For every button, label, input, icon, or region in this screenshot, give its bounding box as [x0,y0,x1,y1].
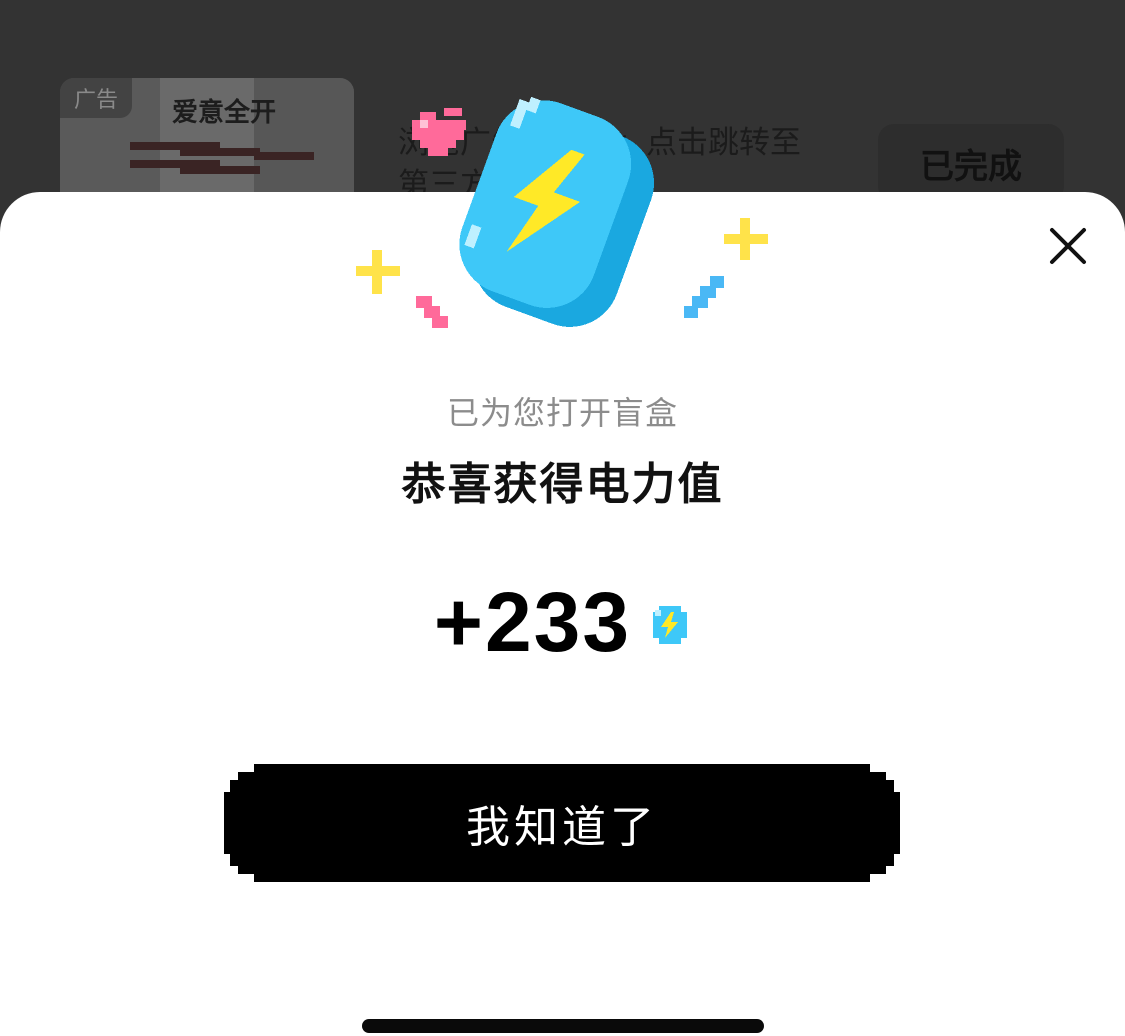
sparkle-icon [724,218,768,260]
ad-thumbnail: 广告 爱意全开 [60,78,354,208]
modal-subtitle: 已为您打开盲盒 [446,394,678,432]
heart-icon [412,108,466,156]
modal-title: 恭喜获得电力值 [401,459,724,510]
reward-illustration [350,88,780,358]
reward-amount: +233 [0,572,1125,672]
close-icon[interactable] [1044,222,1092,270]
confirm-button[interactable]: 我知道了 [224,764,900,882]
energy-coin-icon [649,604,691,646]
home-indicator [362,1019,764,1033]
task-done-button[interactable]: 已完成 [878,124,1064,202]
ad-tag: 广告 [60,78,133,118]
reward-value: +233 [433,574,632,669]
squiggle-icon [416,296,448,328]
confirm-button-label: 我知道了 [466,802,658,853]
squiggle-icon [684,276,724,318]
sparkle-icon [356,250,400,294]
ad-brand: 爱意全开 [172,98,277,128]
